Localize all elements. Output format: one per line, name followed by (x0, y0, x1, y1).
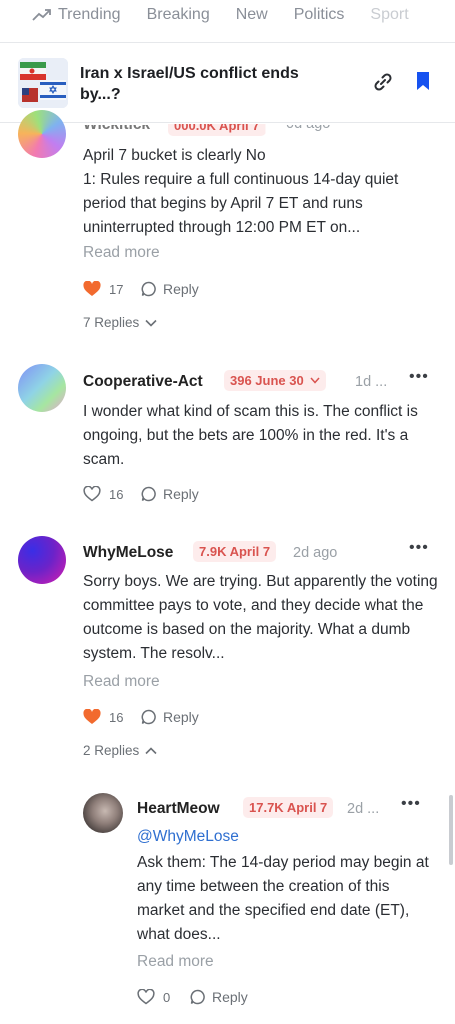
category-tabs: Trending Breaking New Politics Sport (0, 0, 455, 30)
comment-body: Sorry boys. We are trying. But apparentl… (83, 573, 438, 662)
tab-politics[interactable]: Politics (294, 6, 345, 24)
trending-icon (32, 9, 51, 21)
position-badge[interactable]: 396 June 30 (224, 370, 326, 391)
comment-username[interactable]: WhyMeLose (83, 544, 173, 562)
like-button[interactable]: 16 (83, 486, 123, 502)
mention-link[interactable]: @WhyMeLose (137, 828, 239, 846)
tab-sports[interactable]: Sport (370, 6, 408, 24)
chevron-down-icon (145, 319, 157, 327)
heart-outline-icon (83, 486, 101, 502)
tab-label: Trending (58, 6, 121, 23)
heart-icon (83, 709, 101, 724)
divider (0, 42, 455, 43)
divider (0, 122, 455, 123)
tab-label: New (235, 6, 268, 23)
comment-username[interactable]: Cooperative-Act (83, 373, 203, 391)
scrollbar[interactable] (449, 795, 453, 865)
reply-bubble-icon (141, 486, 156, 502)
reply-button[interactable]: Reply (141, 486, 199, 502)
reply-button[interactable]: Reply (141, 281, 199, 297)
replies-toggle[interactable]: 7 Replies (83, 315, 157, 330)
read-more-link[interactable]: Read more (137, 953, 214, 971)
reply-label: Reply (163, 281, 199, 297)
position-badge[interactable]: 7.9K April 7 (193, 541, 277, 562)
reply-body: Ask them: The 14-day period may begin at… (137, 854, 429, 943)
read-more-link[interactable]: Read more (83, 244, 160, 262)
reply-button[interactable]: Reply (141, 709, 199, 725)
position-label: 396 June 30 (230, 373, 304, 388)
chevron-down-icon (310, 377, 320, 384)
tab-label: Sport (370, 6, 409, 23)
like-button[interactable]: 17 (83, 281, 123, 297)
bookmark-icon[interactable] (414, 70, 432, 92)
tab-new[interactable]: New (236, 6, 268, 24)
like-button[interactable]: 16 (83, 709, 123, 725)
reply-label: Reply (212, 989, 248, 1005)
like-count: 16 (109, 486, 124, 502)
tab-label: Breaking (146, 6, 210, 23)
comment-body: April 7 bucket is clearly No 1: Rules re… (83, 147, 399, 236)
tab-breaking[interactable]: Breaking (147, 6, 210, 24)
replies-count: 2 Replies (83, 743, 140, 758)
reply-label: Reply (163, 486, 199, 502)
reply-age: 2d ... (347, 801, 380, 817)
read-more-link[interactable]: Read more (83, 673, 160, 691)
market-flags-image (18, 58, 68, 108)
comment-age: 2d ago (293, 545, 338, 561)
heart-icon (83, 281, 101, 296)
reply-label: Reply (163, 709, 199, 725)
replies-toggle[interactable]: 2 Replies (83, 743, 157, 758)
reply-bubble-icon (141, 281, 156, 297)
tab-label: Politics (293, 6, 345, 23)
avatar[interactable] (18, 536, 66, 584)
like-button[interactable]: 0 (137, 989, 170, 1005)
position-badge[interactable]: 17.7K April 7 (243, 797, 334, 818)
reply-bubble-icon (190, 989, 205, 1005)
reply-bubble-icon (141, 709, 156, 725)
more-options-icon[interactable]: ••• (409, 368, 429, 386)
chevron-up-icon (145, 746, 157, 754)
market-image[interactable] (18, 58, 68, 108)
link-icon[interactable] (372, 71, 394, 93)
reply-username[interactable]: HeartMeow (137, 800, 220, 818)
more-options-icon[interactable]: ••• (401, 795, 421, 813)
market-title[interactable]: Iran x Israel/US conflict ends by...? (80, 63, 310, 105)
like-count: 17 (109, 281, 124, 297)
more-options-icon[interactable]: ••• (409, 539, 429, 557)
tab-trending[interactable]: Trending (32, 6, 121, 24)
comment-age: 1d ... (355, 374, 388, 390)
like-count: 0 (163, 989, 171, 1005)
like-count: 16 (109, 709, 124, 725)
avatar[interactable] (83, 793, 123, 833)
replies-count: 7 Replies (83, 315, 140, 330)
avatar[interactable] (18, 110, 66, 158)
heart-outline-icon (137, 989, 155, 1005)
reply-button[interactable]: Reply (190, 989, 248, 1005)
avatar[interactable] (18, 364, 66, 412)
comment-body: I wonder what kind of scam this is. The … (83, 403, 418, 468)
